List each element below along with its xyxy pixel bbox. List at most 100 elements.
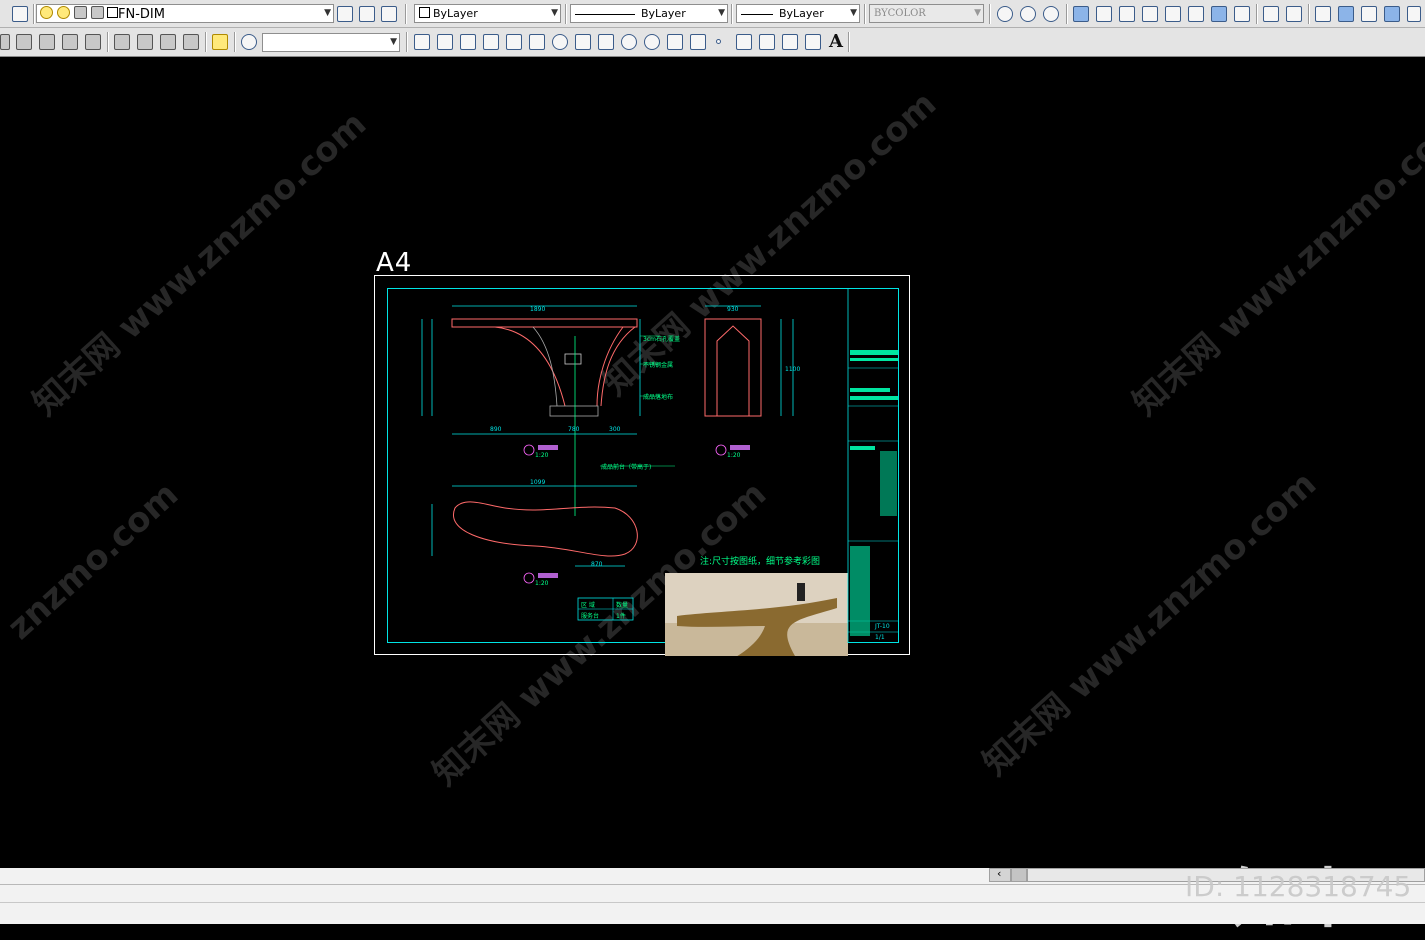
insert-block-icon[interactable]: [1073, 6, 1089, 22]
draw-toolbar: ▼ A: [0, 28, 1425, 57]
rotate-icon[interactable]: [1165, 6, 1181, 22]
toolbar-separator: [33, 4, 35, 24]
ellipse-icon[interactable]: [621, 34, 637, 50]
viewport-freeze-icon: [74, 6, 87, 19]
watermark: znzmo.com: [0, 474, 187, 648]
hatch-icon[interactable]: [736, 34, 752, 50]
view-front-icon[interactable]: [0, 34, 10, 50]
zoom-realtime-icon[interactable]: [241, 34, 257, 50]
toolbar-separator: [107, 32, 109, 52]
layer-previous-icon[interactable]: [359, 6, 375, 22]
drawing-note: 注:尺寸按图纸，细节参考彩图: [700, 557, 821, 567]
toolbar-separator: [406, 32, 408, 52]
watermark: 知末网 www.znzmo.com: [25, 104, 375, 424]
multiline-text-icon[interactable]: A: [829, 31, 843, 52]
fillet-icon[interactable]: [1315, 6, 1331, 22]
view-se-iso-icon[interactable]: [137, 34, 153, 50]
view-top-icon[interactable]: [85, 34, 101, 50]
drawing-canvas[interactable]: 知末网 www.znzmo.com 知末网 www.znzmo.com 知末网 …: [0, 58, 1425, 937]
camera-icon[interactable]: [212, 34, 228, 50]
insert-block-icon[interactable]: [667, 34, 683, 50]
region-icon[interactable]: [782, 34, 798, 50]
view-nw-iso-icon[interactable]: [183, 34, 199, 50]
dim-plan-width: 1099: [530, 479, 546, 486]
title-block-page: 1/1: [875, 634, 885, 641]
copy-icon[interactable]: [1119, 6, 1135, 22]
polygon-icon[interactable]: [483, 34, 499, 50]
make-current-layer-icon[interactable]: [337, 6, 353, 22]
polyline-icon[interactable]: [460, 34, 476, 50]
offset-icon[interactable]: [1384, 6, 1400, 22]
array-icon[interactable]: [1234, 6, 1250, 22]
sun-icon: [57, 6, 70, 19]
chevron-down-icon: ▼: [390, 37, 397, 47]
color-swatch-icon: [419, 7, 430, 18]
lineweight-dropdown[interactable]: ByLayer ▼: [736, 4, 860, 23]
spline-icon[interactable]: [598, 34, 614, 50]
dim-side-height: 1100: [785, 366, 801, 373]
toolbar-separator: [989, 4, 991, 24]
rectangle-icon[interactable]: [506, 34, 522, 50]
layer-states-icon[interactable]: [381, 6, 397, 22]
make-block-icon[interactable]: [690, 34, 706, 50]
orbit-icon[interactable]: [997, 6, 1013, 22]
point-icon[interactable]: [716, 39, 721, 44]
line-icon[interactable]: [414, 34, 430, 50]
layer-properties-toolbar: ▼ FN-DIM ByLayer ▼ ByLayer ▼ ByLayer ▼ B…: [0, 0, 1425, 28]
mirror-icon[interactable]: [1142, 6, 1158, 22]
linetype-dropdown-value: ByLayer: [641, 7, 686, 20]
arc-icon[interactable]: [529, 34, 545, 50]
dim-side-top: 930: [727, 306, 739, 313]
construction-line-icon[interactable]: [437, 34, 453, 50]
toolbar-separator: [205, 32, 207, 52]
sheet-label: A4: [376, 248, 413, 278]
move-icon[interactable]: [1096, 6, 1112, 22]
layer-dropdown[interactable]: ▼: [36, 4, 334, 23]
trim-icon[interactable]: [1263, 6, 1279, 22]
view-right-icon[interactable]: [62, 34, 78, 50]
circle-icon[interactable]: [552, 34, 568, 50]
scale-label-3: 1:20: [535, 580, 549, 587]
scale-icon[interactable]: [1188, 6, 1204, 22]
toolbar-separator: [405, 4, 407, 24]
lineweight-preview: [741, 13, 773, 15]
scroll-thumb[interactable]: [1011, 868, 1027, 882]
view-sw-iso-icon[interactable]: [114, 34, 130, 50]
view-left-icon[interactable]: [39, 34, 55, 50]
ellipse-arc-icon[interactable]: [644, 34, 660, 50]
plotstyle-dropdown: BYCOLOR ▼: [869, 4, 984, 23]
chevron-left-icon: ‹: [997, 867, 1002, 880]
drawing-sheet: 1890 890 780 300 930 1100 1099 870 1:20 …: [374, 275, 910, 656]
explode-icon[interactable]: [1361, 6, 1377, 22]
linetype-dropdown[interactable]: ByLayer ▼: [570, 4, 728, 23]
table-icon[interactable]: [805, 34, 821, 50]
chevron-down-icon: ▼: [324, 8, 331, 18]
chevron-down-icon: ▼: [850, 8, 857, 18]
gradient-icon[interactable]: [759, 34, 775, 50]
dim-mid: 780: [568, 426, 580, 433]
dim-top: 1890: [530, 306, 546, 313]
watermark: 知末网 www.znzmo.com: [975, 464, 1325, 784]
color-dropdown[interactable]: ByLayer ▼: [414, 4, 561, 23]
lineweight-dropdown-value: ByLayer: [779, 7, 824, 20]
linetype-preview: [575, 13, 635, 15]
scroll-left-button[interactable]: ‹: [989, 867, 1011, 882]
view-back-icon[interactable]: [16, 34, 32, 50]
toolbar-separator: [1256, 4, 1258, 24]
named-views-dropdown[interactable]: ▼: [262, 33, 400, 52]
toolbar-separator: [731, 4, 733, 24]
free-orbit-icon[interactable]: [1020, 6, 1036, 22]
chamfer-icon[interactable]: [1338, 6, 1354, 22]
properties-icon[interactable]: [1407, 6, 1421, 22]
stretch-icon[interactable]: [1211, 6, 1227, 22]
toolbar-separator: [1066, 4, 1068, 24]
continuous-orbit-icon[interactable]: [1043, 6, 1059, 22]
layer-manager-icon[interactable]: [12, 6, 28, 22]
table-head-2: 数量: [616, 602, 629, 609]
revision-cloud-icon[interactable]: [575, 34, 591, 50]
table-cell-2: 1件: [616, 613, 626, 620]
toolbar-separator: [565, 4, 567, 24]
table-head-1: 区 域: [581, 602, 595, 609]
extend-icon[interactable]: [1286, 6, 1302, 22]
view-ne-iso-icon[interactable]: [160, 34, 176, 50]
